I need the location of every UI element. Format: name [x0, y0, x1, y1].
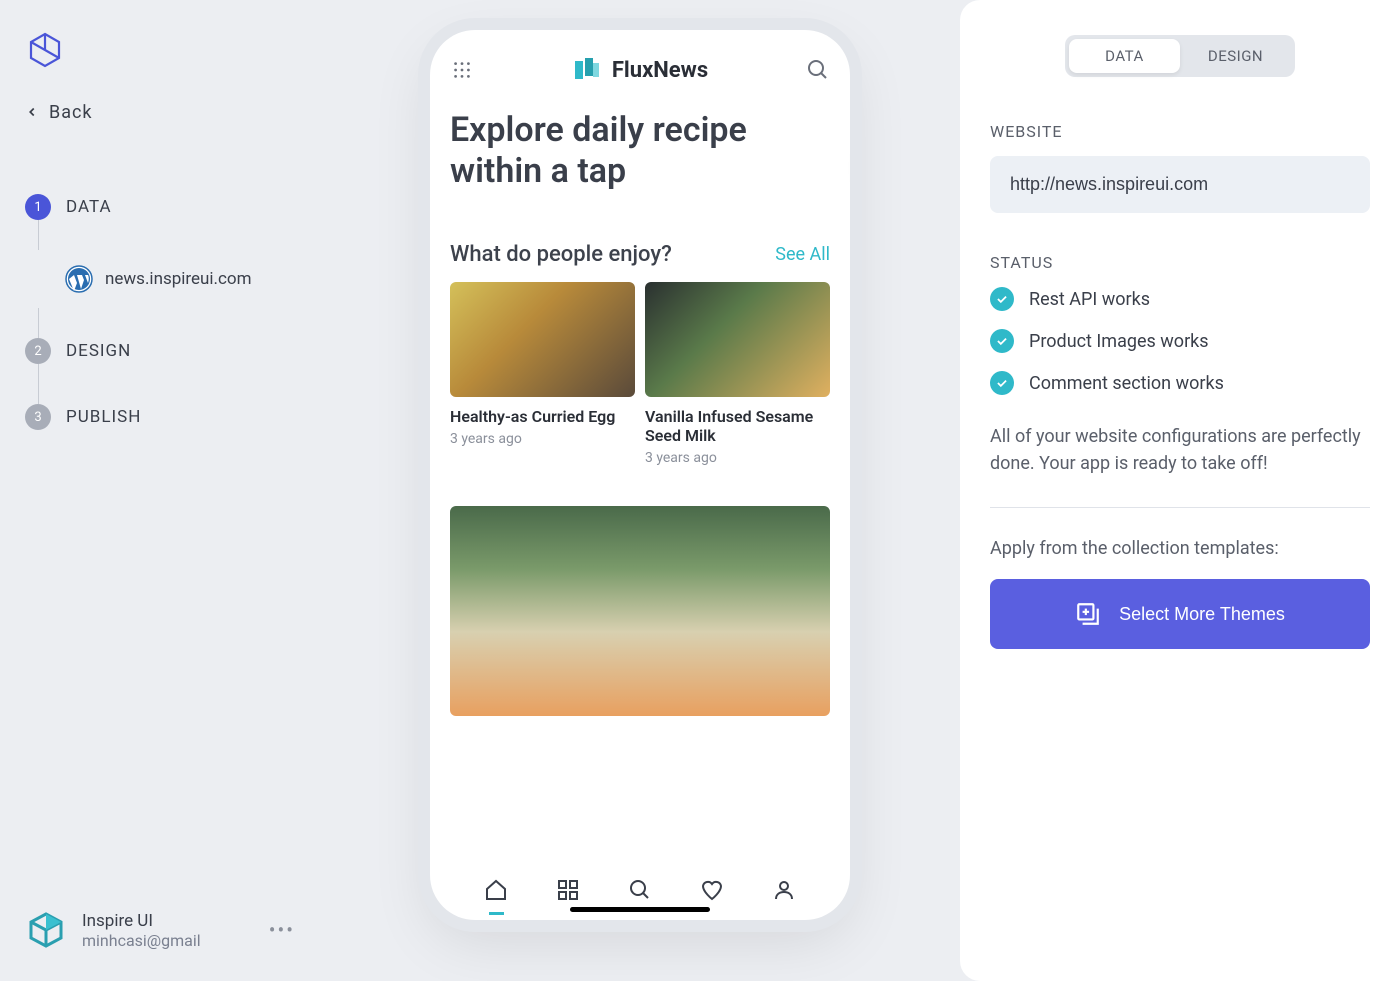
nav-home[interactable] — [481, 875, 511, 905]
check-icon — [990, 287, 1014, 311]
tab-data[interactable]: DATA — [1069, 39, 1180, 73]
app-header: FluxNews — [450, 55, 830, 85]
article-image — [450, 282, 635, 397]
status-label: STATUS — [990, 253, 1370, 272]
website-url-input[interactable] — [990, 156, 1370, 213]
wordpress-icon — [65, 265, 93, 293]
substep-site-text: news.inspireui.com — [105, 269, 252, 289]
nav-search[interactable] — [625, 875, 655, 905]
phone-frame: FluxNews Explore daily recipe within a t… — [430, 30, 850, 920]
brand-name: FluxNews — [612, 58, 708, 83]
section-title: What do people enjoy? — [450, 242, 672, 267]
back-button[interactable]: Back — [25, 100, 295, 124]
step-connector — [38, 220, 39, 250]
nav-favorites[interactable] — [697, 875, 727, 905]
section-header: What do people enjoy? See All — [450, 242, 830, 267]
check-icon — [990, 371, 1014, 395]
cards-row: Healthy-as Curried Egg 3 years ago Vanil… — [450, 282, 830, 466]
apply-templates-label: Apply from the collection templates: — [990, 538, 1370, 559]
sidebar-footer: Inspire UI minhcasi@gmail ••• — [25, 909, 295, 951]
hero-title: Explore daily recipe within a tap — [450, 110, 830, 192]
article-meta: 3 years ago — [645, 450, 830, 466]
step-label-data: DATA — [66, 197, 112, 217]
step-number-1: 1 — [25, 194, 51, 220]
footer-email: minhcasi@gmail — [82, 931, 201, 950]
substep-site[interactable]: news.inspireui.com — [25, 250, 295, 308]
website-label: WEBSITE — [990, 122, 1370, 141]
brand-icon — [572, 55, 602, 85]
app-logo — [25, 30, 65, 70]
more-menu-button[interactable]: ••• — [269, 918, 295, 942]
wizard-steps: 1 DATA news.inspireui.com 2 DESIGN 3 PUB… — [25, 194, 295, 430]
article-card[interactable]: Healthy-as Curried Egg 3 years ago — [450, 282, 635, 466]
step-design[interactable]: 2 DESIGN — [25, 338, 295, 364]
menu-grid-icon[interactable] — [450, 58, 474, 82]
article-meta: 3 years ago — [450, 431, 635, 447]
status-text: Comment section works — [1029, 373, 1224, 394]
article-title: Healthy-as Curried Egg — [450, 407, 635, 426]
preview-area: FluxNews Explore daily recipe within a t… — [320, 0, 960, 981]
bottom-nav — [450, 860, 830, 905]
status-item: Product Images works — [990, 329, 1370, 353]
article-image — [645, 282, 830, 397]
step-label-design: DESIGN — [66, 341, 131, 361]
status-text: Product Images works — [1029, 331, 1209, 352]
status-text: Rest API works — [1029, 289, 1150, 310]
nav-categories[interactable] — [553, 875, 583, 905]
chevron-left-icon — [25, 100, 39, 124]
article-card[interactable]: Vanilla Infused Sesame Seed Milk 3 years… — [645, 282, 830, 466]
step-label-publish: PUBLISH — [66, 407, 141, 427]
footer-user-info: Inspire UI minhcasi@gmail — [82, 911, 201, 950]
see-all-link[interactable]: See All — [775, 244, 830, 265]
step-number-2: 2 — [25, 338, 51, 364]
step-connector — [38, 364, 39, 404]
step-data[interactable]: 1 DATA — [25, 194, 295, 220]
nav-profile[interactable] — [769, 875, 799, 905]
add-collection-icon — [1075, 601, 1101, 627]
config-panel: DATA DESIGN WEBSITE STATUS Rest API work… — [960, 0, 1400, 981]
config-tabs: DATA DESIGN — [1065, 35, 1295, 77]
footer-company-name: Inspire UI — [82, 911, 201, 931]
divider — [990, 507, 1370, 508]
left-sidebar: Back 1 DATA news.inspireui.com 2 DESIGN … — [0, 0, 320, 981]
company-logo — [25, 909, 67, 951]
article-title: Vanilla Infused Sesame Seed Milk — [645, 407, 830, 445]
select-themes-label: Select More Themes — [1119, 604, 1285, 625]
step-number-3: 3 — [25, 404, 51, 430]
status-item: Comment section works — [990, 371, 1370, 395]
featured-image[interactable] — [450, 506, 830, 716]
back-label: Back — [49, 102, 93, 123]
search-icon[interactable] — [806, 58, 830, 82]
tab-design[interactable]: DESIGN — [1180, 39, 1291, 73]
home-indicator — [570, 907, 710, 912]
check-icon — [990, 329, 1014, 353]
app-brand: FluxNews — [572, 55, 708, 85]
step-publish[interactable]: 3 PUBLISH — [25, 404, 295, 430]
step-connector — [38, 308, 39, 338]
select-themes-button[interactable]: Select More Themes — [990, 579, 1370, 649]
status-summary: All of your website configurations are p… — [990, 423, 1370, 477]
status-item: Rest API works — [990, 287, 1370, 311]
